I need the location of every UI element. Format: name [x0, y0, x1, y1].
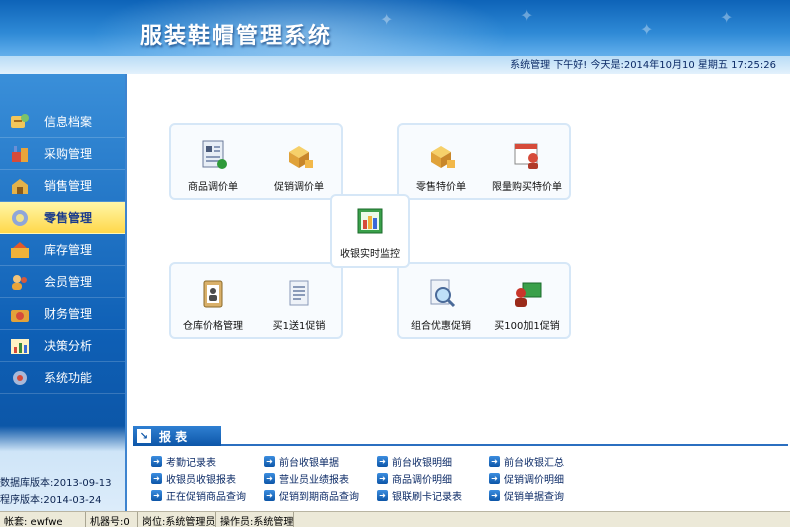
- analysis-icon: [8, 334, 32, 358]
- star-decoration: ✦: [640, 20, 654, 39]
- app-header: ✦ ✦ ✦ ✦ 服装鞋帽管理系统 系统管理 下午好! 今天是:2014年10月1…: [0, 0, 790, 74]
- report-link[interactable]: ➜ 考勤记录表: [151, 454, 216, 469]
- warehouse-price-button[interactable]: 仓库价格管理: [173, 277, 253, 332]
- report-link[interactable]: ➜ 前台收银明细: [377, 454, 452, 469]
- report-header-bar: ↘ 报 表: [133, 426, 788, 446]
- arrow-right-icon: ➜: [151, 473, 162, 484]
- sidebar-item-label: 财务管理: [44, 307, 93, 321]
- sidebar-item-label: 会员管理: [44, 275, 93, 289]
- sidebar-item-analysis[interactable]: 决策分析: [0, 330, 125, 362]
- buy100add1-button[interactable]: 买100加1促销: [487, 277, 567, 332]
- sidebar-item-finance[interactable]: 财务管理: [0, 298, 125, 330]
- report-link[interactable]: ➜ 营业员业绩报表: [264, 471, 349, 486]
- arrow-right-icon: ➜: [151, 456, 162, 467]
- report-link[interactable]: ➜ 商品调价明细: [377, 471, 452, 486]
- report-link[interactable]: ➜ 正在促销商品查询: [151, 488, 246, 503]
- sidebar-item-label: 决策分析: [44, 339, 93, 353]
- calendar-user-icon: [509, 138, 545, 172]
- purchase-icon: [8, 142, 32, 166]
- boxes-icon: [281, 138, 317, 172]
- db-version: 数据库版本:2013-09-13: [0, 478, 112, 489]
- sidebar-item-label: 库存管理: [44, 243, 93, 257]
- retail-special-button[interactable]: 零售特价单: [401, 138, 481, 193]
- status-bar: 帐套: ewfwe 机器号:0 岗位:系统管理员 操作员:系统管理: [0, 511, 790, 527]
- arrow-right-icon: ➜: [377, 490, 388, 501]
- report-title: 报 表: [159, 429, 188, 444]
- clipboard-user-icon: [195, 277, 231, 311]
- app-title: 服装鞋帽管理系统: [140, 24, 333, 49]
- sidebar-item-member[interactable]: 会员管理: [0, 266, 125, 298]
- sidebar-item-label: 采购管理: [44, 147, 93, 161]
- status-post: 岗位:系统管理员: [138, 512, 216, 527]
- star-decoration: ✦: [720, 8, 734, 27]
- arrow-right-icon: ➜: [377, 456, 388, 467]
- inventory-icon: [8, 238, 32, 262]
- arrow-right-icon: ➜: [264, 490, 275, 501]
- report-link[interactable]: ➜ 前台收银汇总: [489, 454, 564, 469]
- sidebar-item-profile[interactable]: 信息档案: [0, 106, 125, 138]
- sidebar-item-system[interactable]: 系统功能: [0, 362, 125, 394]
- cash-monitor-button[interactable]: 收银实时监控: [330, 205, 410, 260]
- report-link[interactable]: ➜ 促销单据查询: [489, 488, 564, 503]
- report-tab[interactable]: ↘ 报 表: [133, 426, 221, 446]
- note-icon: [281, 277, 317, 311]
- buy1get1-button[interactable]: 买1送1促销: [259, 277, 339, 332]
- sidebar-item-retail[interactable]: 零售管理: [0, 202, 125, 234]
- combo-promo-button[interactable]: 组合优惠促销: [401, 277, 481, 332]
- finance-icon: [8, 302, 32, 326]
- report-link[interactable]: ➜ 收银员收银报表: [151, 471, 236, 486]
- profile-icon: [8, 110, 32, 134]
- promo-adjust-button[interactable]: 促销调价单: [259, 138, 339, 193]
- arrow-right-icon: ➜: [264, 473, 275, 484]
- star-decoration: ✦: [520, 6, 534, 25]
- sidebar-item-label: 零售管理: [44, 211, 93, 225]
- price-adjust-button[interactable]: 商品调价单: [173, 138, 253, 193]
- greeting-datetime: 系统管理 下午好! 今天是:2014年10月10 星期五 17:25:26: [510, 60, 776, 71]
- sidebar-item-label: 系统功能: [44, 371, 93, 385]
- status-account: 帐套: ewfwe: [0, 512, 86, 527]
- status-operator: 操作员:系统管理: [216, 512, 294, 527]
- report-link[interactable]: ➜ 前台收银单据: [264, 454, 339, 469]
- report-link[interactable]: ➜ 促销到期商品查询: [264, 488, 359, 503]
- sidebar-item-label: 信息档案: [44, 115, 93, 129]
- arrow-right-icon: ➜: [377, 473, 388, 484]
- arrow-right-icon: ➜: [489, 490, 500, 501]
- sidebar: 信息档案 采购管理 销售管理 零售管理 库存管理 会员管理 财务管理 决策分析 …: [0, 74, 125, 511]
- user-presentation-icon: [509, 277, 545, 311]
- app-version: 程序版本:2014-03-24: [0, 495, 102, 506]
- limited-special-button[interactable]: 限量购买特价单: [487, 138, 567, 193]
- boxes-icon: [423, 138, 459, 172]
- report-link[interactable]: ➜ 银联刷卡记录表: [377, 488, 462, 503]
- arrow-icon: ↘: [137, 429, 151, 443]
- sales-icon: [8, 174, 32, 198]
- retail-icon: [8, 206, 32, 230]
- sidebar-item-sales[interactable]: 销售管理: [0, 170, 125, 202]
- header-status-strip: 系统管理 下午好! 今天是:2014年10月10 星期五 17:25:26: [0, 56, 790, 74]
- sidebar-item-label: 销售管理: [44, 179, 93, 193]
- system-icon: [8, 366, 32, 390]
- star-decoration: ✦: [380, 10, 394, 29]
- main-content: 商品调价单 促销调价单 零售特价单 限量购买特价单 收银实时监控 仓库价格管理: [125, 74, 790, 511]
- arrow-right-icon: ➜: [489, 473, 500, 484]
- bar-chart-icon: [352, 205, 388, 239]
- sidebar-item-inventory[interactable]: 库存管理: [0, 234, 125, 266]
- document-icon: [195, 138, 231, 172]
- arrow-right-icon: ➜: [264, 456, 275, 467]
- arrow-right-icon: ➜: [489, 456, 500, 467]
- sidebar-item-purchase[interactable]: 采购管理: [0, 138, 125, 170]
- status-machine: 机器号:0: [86, 512, 138, 527]
- member-icon: [8, 270, 32, 294]
- arrow-right-icon: ➜: [151, 490, 162, 501]
- magnifier-document-icon: [423, 277, 459, 311]
- report-link[interactable]: ➜ 促销调价明细: [489, 471, 564, 486]
